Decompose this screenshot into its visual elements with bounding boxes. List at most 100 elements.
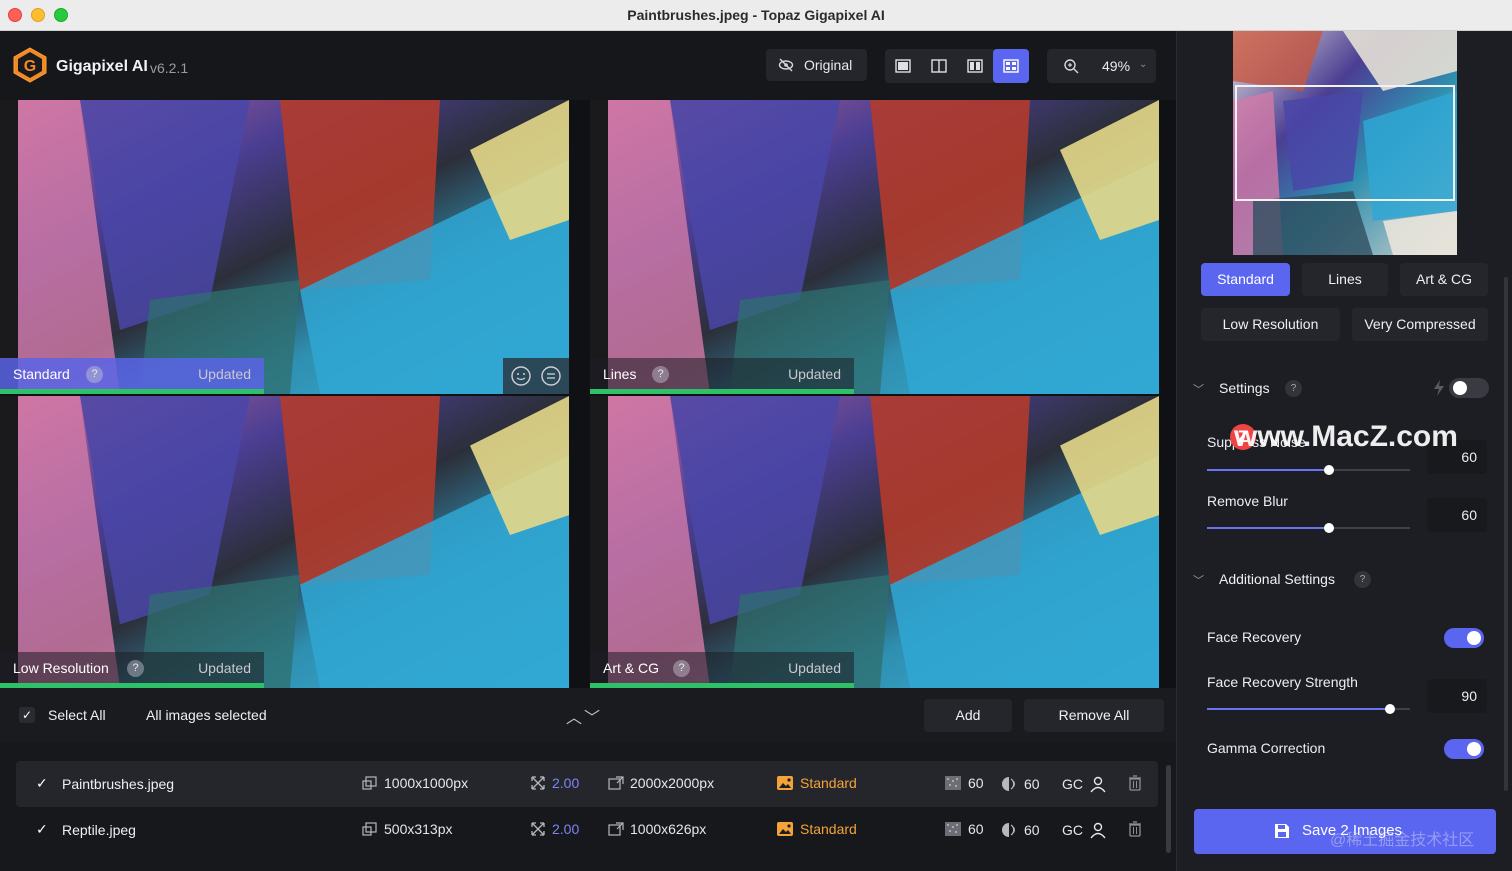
preview-pane-low-resolution[interactable]: Low Resolution ? Updated [0,396,569,688]
file-list-scrollbar[interactable] [1166,765,1171,853]
original-toggle-button[interactable]: Original [766,49,867,81]
file-row[interactable]: ✓ Reptile.jpeg 500x313px 2.00 1000x626px… [16,807,1158,853]
face-recovery-strength-slider[interactable] [1207,704,1410,714]
pane-name: Lines [603,366,637,382]
input-size-cell: 500x313px [362,821,453,837]
scale-cell[interactable]: 2.00 [530,821,579,837]
split-view-icon [931,59,947,73]
pane-label-art-cg: Art & CG ? Updated [590,652,854,684]
model-art-cg-button[interactable]: Art & CG [1400,263,1488,296]
zoom-in-icon [1064,59,1079,74]
split-view-button[interactable] [921,49,957,83]
slider-knob[interactable] [1323,465,1334,475]
input-size-icon [362,776,377,790]
model-standard-button[interactable]: Standard [1201,263,1290,296]
output-size: 1000x626px [630,821,707,837]
suppress-noise-slider[interactable] [1207,465,1410,475]
model-low-resolution-button[interactable]: Low Resolution [1201,308,1340,341]
single-view-button[interactable] [885,49,921,83]
select-all-label[interactable]: Select All [48,707,106,723]
grid-view-button[interactable] [993,49,1029,83]
trash-icon[interactable] [1128,775,1142,791]
output-size-cell: 1000x626px [608,821,706,837]
selection-info: All images selected [146,707,267,723]
slider-knob[interactable] [1323,523,1334,533]
remove-blur-input[interactable]: 60 [1427,498,1487,532]
pane-status: Updated [788,366,841,382]
paintbrushes-preview-image [590,396,1159,688]
pane-status: Updated [788,660,841,676]
settings-chevron-icon[interactable]: ﹀ [1193,381,1204,397]
side-by-side-view-button[interactable] [957,49,993,83]
eye-off-icon [778,58,794,72]
additional-settings-chevron-icon[interactable]: ﹀ [1193,572,1204,588]
chevron-down-icon: ⌄ [1139,59,1148,70]
app-name: Gigapixel AI [56,58,148,75]
auto-bolt-icon [1434,380,1444,396]
side-by-side-view-icon [967,59,983,73]
preview-pane-lines[interactable]: Lines ? Updated [590,100,1159,394]
delete-cell[interactable] [1128,775,1142,791]
gamma-cell: GC [1062,775,1107,793]
scale-value: 2.00 [552,821,580,837]
slider-knob[interactable] [1384,704,1395,714]
file-list: ✓ Paintbrushes.jpeg 1000x1000px 2.00 200… [0,742,1176,871]
check-icon[interactable]: ✓ [36,821,48,838]
navigator-thumbnail[interactable] [1233,31,1457,255]
delete-cell[interactable] [1128,821,1142,837]
preview-pane-standard[interactable]: Standard ? Updated [0,100,569,394]
pane-label-lines: Lines ? Updated [590,358,854,390]
pane-label-standard: Standard ? Updated [0,358,264,390]
model-very-compressed-button[interactable]: Very Compressed [1352,308,1488,341]
help-icon[interactable]: ? [86,366,103,383]
pane-name: Low Resolution [13,660,109,676]
noise-value: 60 [968,821,984,837]
help-icon[interactable]: ? [652,366,669,383]
face-smile-icon[interactable] [510,365,532,387]
input-size: 1000x1000px [384,775,469,791]
face-recovery-user-icon [1090,776,1106,793]
zoom-control[interactable]: 49% ⌄ [1047,49,1156,83]
trash-icon[interactable] [1128,821,1142,837]
gc-label: GC [1062,776,1083,792]
help-icon[interactable]: ? [673,660,690,677]
blur-cell: 60 [1000,821,1040,839]
face-recovery-toggle[interactable] [1444,628,1484,648]
collapse-expand-arrows-icon[interactable]: ︿﹀ [566,704,602,728]
navigator-viewport-frame[interactable] [1235,85,1455,201]
gigapixel-logo-icon: G [13,47,47,83]
scale-value: 2.00 [552,775,580,791]
slider-fill [1207,527,1329,529]
scale-cell[interactable]: 2.00 [530,775,579,791]
model-lines-button[interactable]: Lines [1302,263,1388,296]
select-all-checkbox[interactable]: ✓ [19,707,35,723]
remove-blur-label: Remove Blur [1207,493,1288,509]
noise-icon [945,822,961,836]
model-cell[interactable]: Standard [776,821,857,837]
gc-label: GC [1062,822,1083,838]
auto-settings-toggle[interactable] [1449,378,1489,398]
file-row[interactable]: ✓ Paintbrushes.jpeg 1000x1000px 2.00 200… [16,761,1158,807]
remove-blur-slider[interactable] [1207,523,1410,533]
help-icon[interactable]: ? [127,660,144,677]
input-size: 500x313px [384,821,453,837]
settings-help-icon[interactable]: ? [1285,380,1302,397]
additional-settings-help-icon[interactable]: ? [1354,571,1371,588]
add-button[interactable]: Add [924,699,1012,732]
noise-cell: 60 [944,821,984,837]
pane-label-low-resolution: Low Resolution ? Updated [0,652,264,684]
model-cell[interactable]: Standard [776,775,857,791]
model-name: Standard [800,775,857,791]
paintbrushes-preview-image [0,100,569,394]
check-icon[interactable]: ✓ [36,775,48,792]
settings-scrollbar[interactable] [1504,277,1508,791]
additional-settings-heading[interactable]: Additional Settings [1219,571,1335,587]
gamma-correction-toggle[interactable] [1444,739,1484,759]
remove-all-button[interactable]: Remove All [1024,699,1164,732]
face-neutral-icon[interactable] [540,365,562,387]
settings-heading[interactable]: Settings [1219,380,1270,396]
preview-pane-art-cg[interactable]: Art & CG ? Updated [590,396,1159,688]
face-recovery-strength-input[interactable]: 90 [1427,679,1487,713]
slider-fill [1207,708,1390,710]
output-size-cell: 2000x2000px [608,775,714,791]
